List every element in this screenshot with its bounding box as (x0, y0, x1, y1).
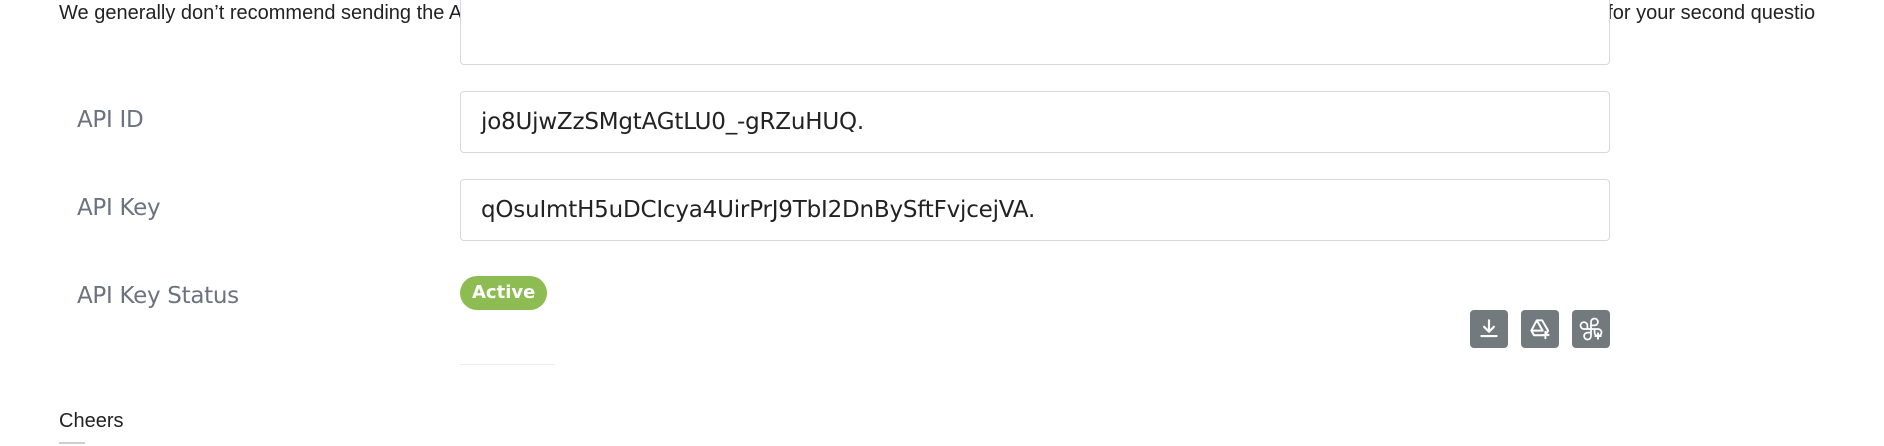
signature-partial (59, 442, 85, 444)
download-icon (1480, 319, 1498, 338)
pinwheel-add-icon (1579, 317, 1603, 341)
status-badge: Active (460, 276, 548, 310)
email-closing: Cheers (59, 410, 124, 432)
api-key-label: API Key (77, 195, 161, 221)
drive-add-icon (1530, 319, 1550, 340)
add-to-photos-button[interactable] (1572, 310, 1610, 348)
image-toolbar (1470, 310, 1610, 348)
save-to-drive-button[interactable] (1521, 310, 1559, 348)
partial-field-box (460, 0, 1610, 65)
api-key-field[interactable]: qOsuImtH5uDCIcya4UirPrJ9TbI2DnBySftFvjce… (460, 179, 1610, 241)
api-id-label: API ID (77, 107, 144, 133)
divider (460, 364, 555, 365)
email-body: We generally don’t recommend sending the… (0, 0, 1884, 446)
api-id-field[interactable]: jo8UjwZzSMgtAGtLU0_-gRZuHUQ. (460, 91, 1610, 153)
download-button[interactable] (1470, 310, 1508, 348)
api-key-status-label: API Key Status (77, 283, 239, 309)
